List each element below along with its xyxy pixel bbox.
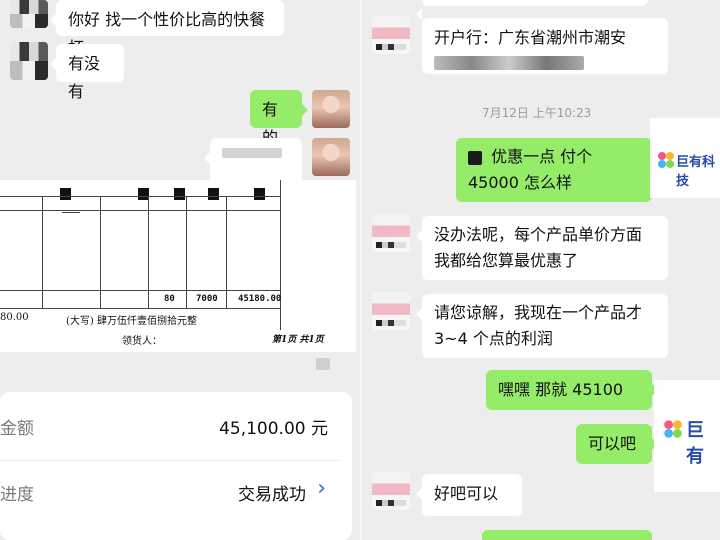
- message-bubble-incoming[interactable]: 请您谅解，我现在一个产品才 3~4 个点的利润: [416, 294, 668, 358]
- total-cell: 45180.00: [238, 294, 282, 304]
- progress-row[interactable]: 进度 交易成功 ›: [0, 464, 352, 520]
- receiver-label: 领货人：: [122, 336, 162, 347]
- price-cell: 7000: [196, 294, 218, 304]
- message-bubble-incoming[interactable]: 开户行：广东省潮州市潮安: [422, 18, 668, 74]
- contact-avatar[interactable]: [372, 214, 410, 252]
- chevron-right-icon[interactable]: ›: [317, 476, 326, 501]
- progress-label: 进度: [0, 485, 34, 505]
- redaction-block: [254, 188, 265, 200]
- message-timestamp: 7月12日 上午10:23: [482, 106, 592, 120]
- redaction-block: [60, 188, 71, 200]
- message-text: 没办法呢，每个产品单价方面我都给您算最优惠了: [434, 225, 643, 270]
- page-indicator: 第1页 共1页: [272, 335, 324, 345]
- watermark-icon: [656, 150, 676, 170]
- table-rule: [0, 308, 280, 309]
- contact-avatar[interactable]: [10, 0, 48, 28]
- message-text: 有没有: [68, 54, 101, 101]
- redacted-message-bubble[interactable]: [204, 138, 302, 184]
- message-text: 可以吧: [588, 434, 637, 453]
- contact-avatar[interactable]: [372, 292, 410, 330]
- message-text: 开户行：广东省潮州市潮安: [434, 28, 627, 47]
- quantity-cell: 80: [164, 294, 175, 304]
- table-rule: [42, 196, 43, 308]
- watermark-text: 巨有: [686, 420, 704, 466]
- message-bubble-outgoing[interactable]: 有的: [250, 90, 308, 147]
- message-text: 请您谅解，我现在一个产品才 3~4 个点的利润: [434, 303, 643, 348]
- message-text: 嘿嘿 那就 45100: [498, 380, 624, 399]
- message-text: 好吧可以: [434, 484, 499, 503]
- message-bubble-incoming[interactable]: 好吧可以: [416, 474, 522, 516]
- redacted-mark: [316, 358, 330, 370]
- table-rule: [100, 196, 101, 308]
- message-bubble-outgoing[interactable]: [482, 530, 652, 540]
- message-bubble-outgoing[interactable]: 可以吧: [576, 424, 658, 464]
- watermark-logo: 巨有科技: [650, 118, 720, 198]
- amount-row: 金额 45,100.00 元: [0, 398, 352, 454]
- redacted-text: [222, 148, 282, 158]
- row-divider: [0, 460, 340, 461]
- amount-value: 45,100.00 元: [219, 419, 328, 439]
- contact-avatar[interactable]: [372, 16, 410, 54]
- transaction-detail-card: 金额 45,100.00 元 进度 交易成功 ›: [0, 392, 352, 540]
- message-bubble-incoming[interactable]: 没办法呢，每个产品单价方面我都给您算最优惠了: [416, 216, 668, 280]
- table-rule: [0, 290, 280, 291]
- table-rule: [186, 196, 187, 308]
- message-bubble-incoming[interactable]: [416, 0, 648, 20]
- table-rule: [62, 212, 80, 213]
- message-bubble-outgoing[interactable]: 优惠一点 付个 45000 怎么样: [456, 138, 658, 202]
- watermark-logo: 巨有: [654, 380, 720, 492]
- message-bubble-outgoing[interactable]: 嘿嘿 那就 45100: [486, 370, 658, 410]
- contact-avatar[interactable]: [10, 42, 48, 80]
- progress-value: 交易成功: [238, 485, 306, 505]
- amount-fragment: 80.00: [0, 312, 29, 323]
- message-text: 优惠一点 付个 45000 怎么样: [468, 147, 593, 192]
- table-rule: [226, 196, 227, 308]
- message-bubble-incoming[interactable]: 你好 找一个性价比高的快餐杯: [50, 0, 284, 57]
- table-rule: [280, 180, 281, 330]
- contact-avatar[interactable]: [372, 472, 410, 510]
- table-rule: [148, 196, 149, 308]
- redacted-text: [434, 56, 584, 70]
- redacted-text: [468, 150, 482, 165]
- amount-in-words: (大写) 肆万伍仟壹佰捌拾元整: [66, 316, 197, 327]
- watermark-text: 巨有科技: [676, 154, 716, 188]
- delivery-note-image[interactable]: 80 7000 45180.00 80.00 (大写) 肆万伍仟壹佰捌拾元整 领…: [0, 180, 356, 352]
- self-avatar[interactable]: [312, 138, 350, 176]
- self-avatar[interactable]: [312, 90, 350, 128]
- redaction-block: [174, 188, 185, 200]
- redaction-block: [208, 188, 219, 200]
- right-chat-panel: 开户行：广东省潮州市潮安 7月12日 上午10:23 优惠一点 付个 45000…: [362, 0, 720, 540]
- watermark-icon: [662, 418, 684, 440]
- message-bubble-incoming[interactable]: 有没有: [50, 44, 124, 101]
- left-chat-panel: 你好 找一个性价比高的快餐杯 有没有 有的 80 7000 45180.00 8…: [0, 0, 360, 540]
- amount-label: 金额: [0, 419, 34, 439]
